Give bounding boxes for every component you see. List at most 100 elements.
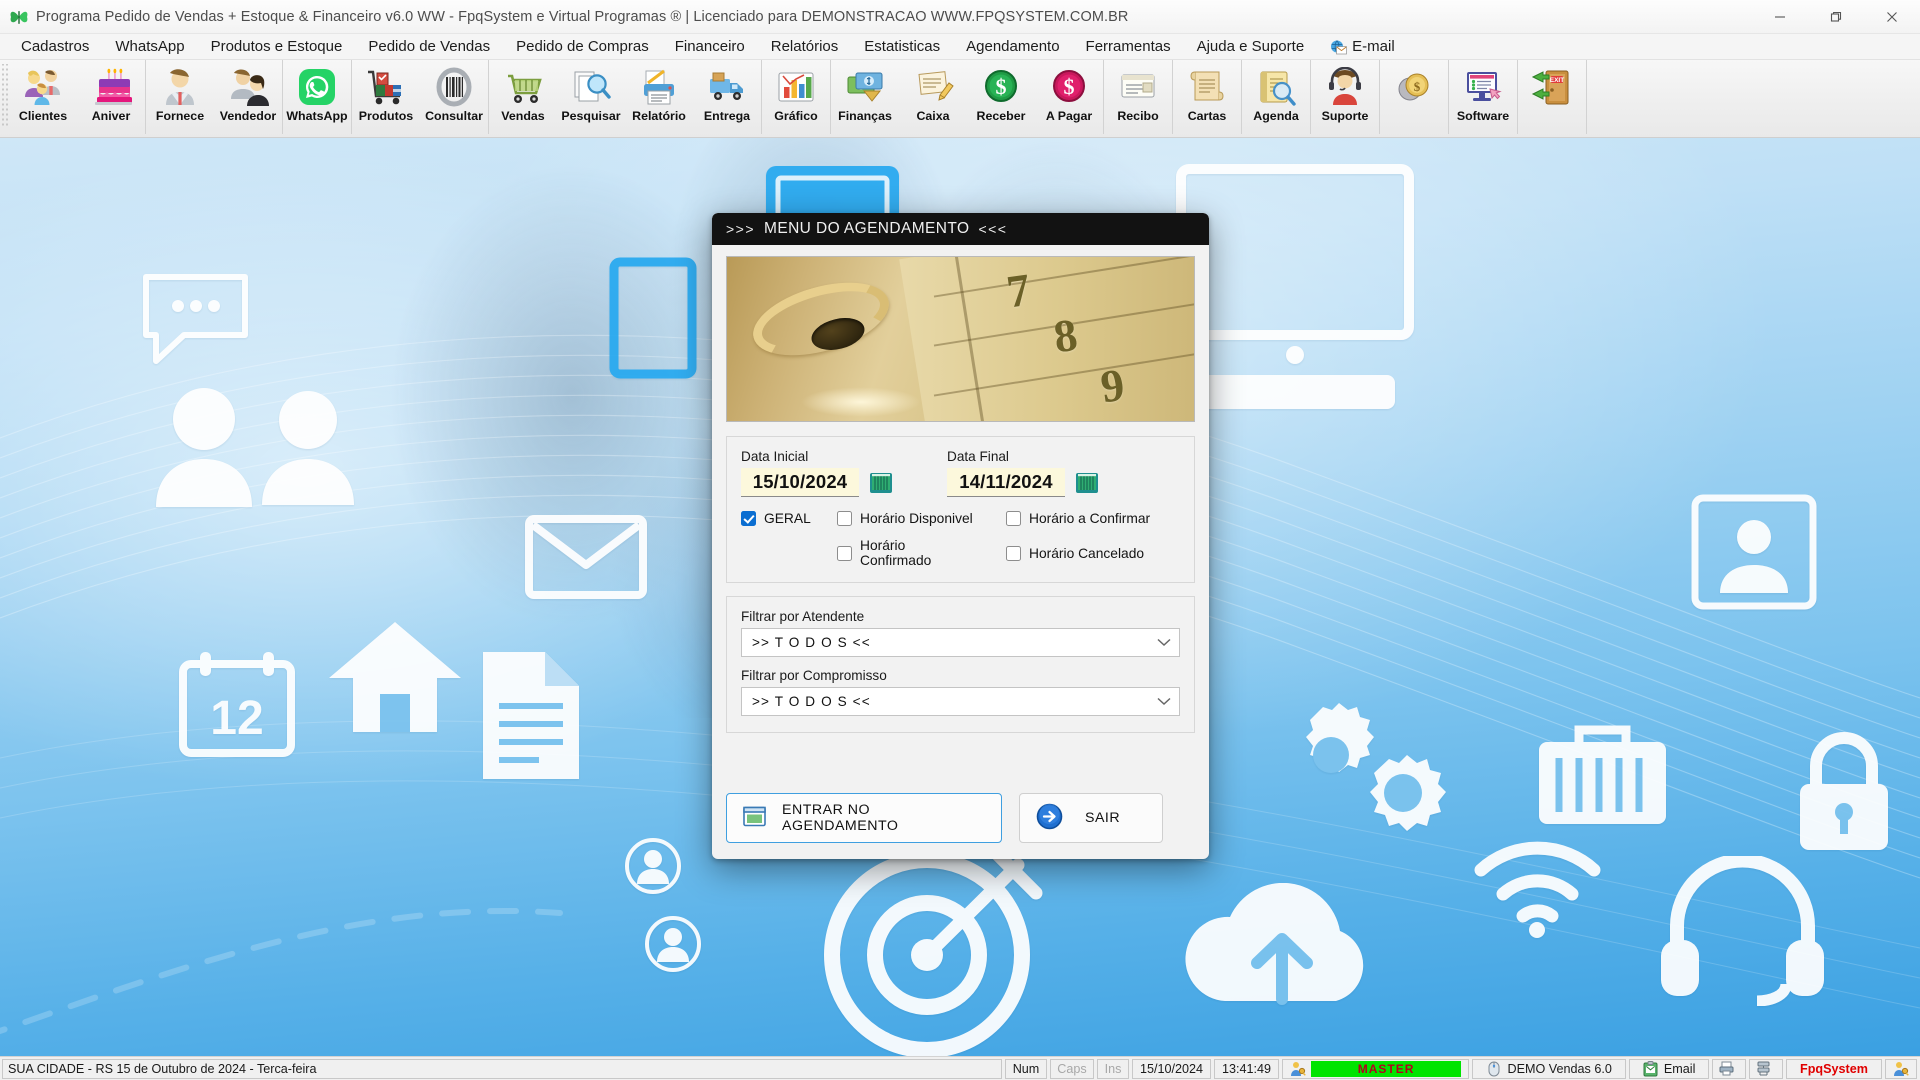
toolbar-button-moedas[interactable]: $ [1380,62,1448,132]
filters-panel: Filtrar por Atendente >> T O D O S << Fi… [726,596,1195,733]
salesperson-couple-icon [226,66,270,108]
close-icon[interactable] [1864,0,1920,34]
toolbar-group-financeiro: Finanças Caixa $ Receber $ A Pagar [831,60,1104,134]
toolbar-button-suporte[interactable]: Suporte [1311,62,1379,132]
toolbar-button-caixa[interactable]: Caixa [899,62,967,132]
menu-relatorios[interactable]: Relatórios [758,36,852,57]
toolbar-button-receber[interactable]: $ Receber [967,62,1035,132]
menu-cadastros[interactable]: Cadastros [8,36,102,57]
toolbar-button-grafico[interactable]: Gráfico [762,62,830,132]
toolbar-button-a-pagar[interactable]: $ A Pagar [1035,62,1103,132]
checkbox-horario-a-confirmar-box[interactable] [1006,511,1021,526]
date-end-input[interactable] [947,468,1065,497]
toolbar-group-grafico: Gráfico [762,60,831,134]
checkbox-horario-cancelado-box[interactable] [1006,545,1021,561]
status-email-cell[interactable]: Email [1629,1058,1709,1079]
menu-email[interactable]: E-mail [1317,36,1408,57]
user-key-icon [1290,1061,1307,1077]
minimize-icon[interactable] [1752,0,1808,34]
status-company-cell[interactable]: DEMO Vendas 6.0 [1472,1058,1627,1079]
toolbar-label: Recibo [1117,109,1159,123]
document-icon-2 [608,256,698,381]
status-brand-icon-cell[interactable] [1884,1058,1917,1079]
menu-pedido-de-vendas[interactable]: Pedido de Vendas [355,36,503,57]
checkbox-label: Horário Cancelado [1029,545,1145,561]
bar-chart-icon [774,66,818,108]
network-icon [1756,1061,1771,1077]
toolbar-button-fornece[interactable]: Fornece [146,62,214,132]
toolbar-button-whatsapp[interactable]: WhatsApp [283,62,351,132]
status-message: SUA CIDADE - RS 15 de Outubro de 2024 - … [2,1058,1002,1079]
menu-agendamento[interactable]: Agendamento [953,36,1072,57]
checkbox-horario-disponivel-box[interactable] [837,511,852,526]
menu-whatsapp[interactable]: WhatsApp [102,36,197,57]
toolbar-button-vendas[interactable]: Vendas [489,62,557,132]
filter-attendant-select[interactable]: >> T O D O S << [741,628,1180,657]
calendar-icon-2[interactable] [1074,470,1099,495]
menu-financeiro[interactable]: Financeiro [662,36,758,57]
maximize-icon[interactable] [1808,0,1864,34]
checkbox-geral-box[interactable] [741,511,756,526]
menu-produtos-e-estoque[interactable]: Produtos e Estoque [198,36,356,57]
calendar-icon[interactable] [868,470,893,495]
toolbar-button-recibo[interactable]: Recibo [1104,62,1172,132]
date-start-input[interactable] [741,468,859,497]
toolbar-button-relatorio[interactable]: Relatório [625,62,693,132]
letters-scroll-icon [1185,66,1229,108]
finance-money-icon [843,66,887,108]
menu-ferramentas[interactable]: Ferramentas [1073,36,1184,57]
calendar-12-icon: 12 [178,650,296,758]
toolbar-group-software: Software [1449,60,1518,134]
delivery-truck-icon [705,66,749,108]
headset-icon [1655,856,1830,1006]
checkbox-horario-a-confirmar[interactable]: Horário a Confirmar [1006,511,1150,526]
checkbox-horario-disponivel[interactable]: Horário Disponivel [837,511,977,526]
date-start-field: Data Inicial [741,449,893,497]
agenda-magnifier-icon [1254,66,1298,108]
menu-label: Relatórios [770,38,839,55]
status-printer-cell[interactable] [1711,1058,1746,1079]
status-network-cell[interactable] [1748,1058,1783,1079]
status-user-badge-cell[interactable]: MASTER [1282,1058,1470,1079]
toolbar-button-entrega[interactable]: Entrega [693,62,761,132]
toolbar-label: Relatório [632,109,686,123]
checkbox-horario-confirmado-box[interactable] [837,545,852,561]
svg-text:$: $ [996,74,1007,99]
toolbar-button-sair[interactable]: EXIT [1518,62,1586,132]
menu-estatisticas[interactable]: Estatisticas [851,36,953,57]
menu-pedido-de-compras[interactable]: Pedido de Compras [503,36,662,57]
window-controls [1752,0,1920,34]
toolbar-grip[interactable] [0,64,9,128]
toolbar-button-financas[interactable]: Finanças [831,62,899,132]
chevron-down-icon [1157,635,1171,650]
menu-ajuda-e-suporte[interactable]: Ajuda e Suporte [1184,36,1318,57]
dialog-title-suffix: <<< [978,221,1008,237]
toolbar-button-pesquisar[interactable]: Pesquisar [557,62,625,132]
sair-button[interactable]: SAIR [1019,793,1163,843]
toolbar-label: Entrega [703,109,751,123]
person-avatar-icon [152,383,257,508]
checkbox-geral[interactable]: GERAL [741,511,837,526]
toolbar-button-clientes[interactable]: Clientes [9,62,77,132]
toolbar-label: Suporte [1321,109,1369,123]
toolbar-button-software[interactable]: Software [1449,62,1517,132]
toolbar-group-sair: EXIT [1518,60,1587,134]
status-date: 15/10/2024 [1132,1058,1212,1079]
filter-commitment-select[interactable]: >> T O D O S << [741,687,1180,716]
toolbar-button-vendedor[interactable]: Vendedor [214,62,282,132]
toolbar-button-agenda[interactable]: Agenda [1242,62,1310,132]
toolbar-button-aniver[interactable]: Aniver [77,62,145,132]
mouse-icon [1487,1061,1504,1077]
toolbar-button-cartas[interactable]: Cartas [1173,62,1241,132]
toolbar-group-agenda: Agenda [1242,60,1311,134]
email-clipboard-icon [1643,1060,1660,1077]
toolbar-label: Aniver [91,109,131,123]
toolbar-button-consultar[interactable]: Consultar [420,62,488,132]
svg-text:12: 12 [210,692,263,745]
checkbox-horario-cancelado[interactable]: Horário Cancelado [1006,545,1145,561]
toolbar-button-produtos[interactable]: Produtos [352,62,420,132]
entrar-no-agendamento-button[interactable]: ENTRAR NO AGENDAMENTO [726,793,1002,843]
barcode-icon [432,66,476,108]
toolbar-group-recibo: Recibo [1104,60,1173,134]
checkbox-horario-confirmado[interactable]: Horário Confirmado [837,538,977,568]
